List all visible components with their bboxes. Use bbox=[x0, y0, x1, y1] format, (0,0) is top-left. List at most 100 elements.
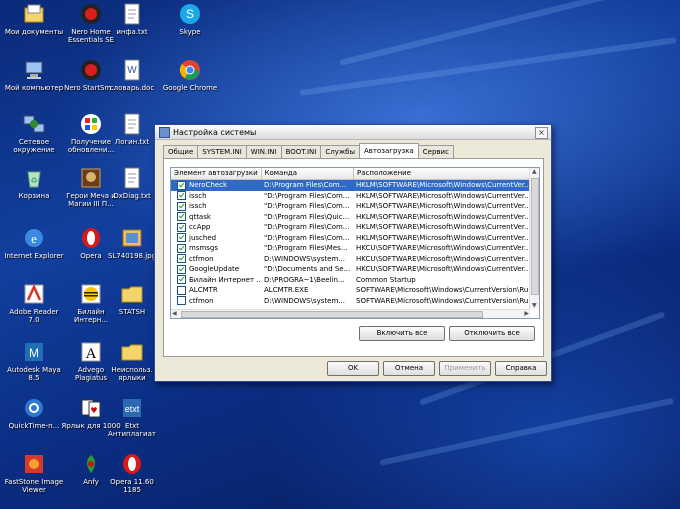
enable-all-button[interactable]: Включить все bbox=[359, 326, 445, 341]
desktop-shortcut[interactable]: Opera 11.60 1185 bbox=[102, 452, 162, 494]
cancel-button[interactable]: Отмена bbox=[383, 361, 435, 376]
table-row[interactable]: Билайн Интернет ... D:\PROGRA~1\Beelin...… bbox=[171, 275, 539, 286]
anfy-icon bbox=[79, 452, 103, 476]
desktop-shortcut[interactable]: ♻ Корзина bbox=[4, 166, 64, 200]
apply-button[interactable]: Применить bbox=[439, 361, 491, 376]
desktop-shortcut[interactable]: STATSH bbox=[102, 282, 162, 316]
desktop-shortcut[interactable]: SL740198.jpg bbox=[102, 226, 162, 260]
table-row[interactable]: ctfmon D:\WINDOWS\system... SOFTWARE\Micro… bbox=[171, 296, 539, 307]
desktop-shortcut[interactable]: Adobe Reader 7.0 bbox=[4, 282, 64, 324]
scroll-right-arrow-icon[interactable]: ▶ bbox=[524, 310, 529, 317]
startup-item-checkbox[interactable] bbox=[177, 275, 186, 285]
desktop-shortcut-label: Skype bbox=[179, 28, 201, 36]
startup-item-cell: ctfmon bbox=[171, 254, 261, 264]
startup-item-command: "D:\Program Files\Mes... bbox=[264, 244, 348, 253]
desktop-shortcut[interactable]: M Autodesk Maya 8.5 bbox=[4, 340, 64, 382]
table-row[interactable]: ALCMTR ALCMTR.EXE SOFTWARE\Microsoft\Windo… bbox=[171, 285, 539, 296]
startup-item-name: ctfmon bbox=[189, 254, 214, 263]
table-row[interactable]: issch "D:\Program Files\Com... HKLM\SOFTWA… bbox=[171, 201, 539, 212]
startup-item-command: ALCMTR.EXE bbox=[264, 286, 309, 295]
startup-item-cell: issch bbox=[171, 191, 261, 201]
desktop-shortcut-label: Etxt Антиплагиат bbox=[108, 422, 156, 438]
list-header: Элемент автозагрузки Команда Расположени… bbox=[171, 168, 539, 180]
desktop-shortcut-label: словарь.doc bbox=[109, 84, 155, 92]
startup-item-location: SOFTWARE\Microsoft\Windows\CurrentVersio… bbox=[356, 296, 531, 305]
desktop-shortcut[interactable]: FastStone Image Viewer bbox=[4, 452, 64, 494]
table-row[interactable]: issch "D:\Program Files\Com... HKLM\SOFTWA… bbox=[171, 191, 539, 202]
startup-item-checkbox[interactable] bbox=[177, 222, 186, 232]
table-row[interactable]: ccApp "D:\Program Files\Com... HKLM\SOFTWA… bbox=[171, 222, 539, 233]
horizontal-scrollbar[interactable]: ◀ ▶ bbox=[171, 309, 530, 318]
scroll-down-arrow-icon[interactable]: ▼ bbox=[532, 302, 537, 309]
table-row[interactable]: qttask "D:\Program Files\Quic... HKLM\SOFT… bbox=[171, 212, 539, 223]
tab-2[interactable]: WIN.INI bbox=[245, 145, 282, 158]
column-header-command[interactable]: Команда bbox=[262, 168, 355, 179]
desktop-shortcut[interactable]: Сетевое окружение bbox=[4, 112, 64, 154]
startup-item-checkbox[interactable] bbox=[177, 243, 186, 253]
desktop-shortcut[interactable]: DxDiag.txt bbox=[102, 166, 162, 200]
desktop-shortcut[interactable]: Неиспольз. ярлыки bbox=[102, 340, 162, 382]
desktop-shortcut[interactable]: Мои документы bbox=[4, 2, 64, 36]
tab-3[interactable]: BOOT.INI bbox=[280, 145, 322, 158]
desktop-shortcut-label: Неиспольз. ярлыки bbox=[111, 366, 153, 382]
startup-item-checkbox[interactable] bbox=[177, 201, 186, 211]
text-file-icon bbox=[120, 112, 144, 136]
startup-item-checkbox[interactable] bbox=[177, 180, 186, 190]
desktop-shortcut[interactable]: Мой компьютер bbox=[4, 58, 64, 92]
table-row[interactable]: jusched "D:\Program Files\Com... HKLM\SOFT… bbox=[171, 233, 539, 244]
startup-item-name: ctfmon bbox=[189, 296, 214, 305]
word-doc-icon: W bbox=[120, 58, 144, 82]
desktop-shortcut[interactable]: etxt Etxt Антиплагиат bbox=[102, 396, 162, 438]
startup-item-checkbox[interactable] bbox=[177, 285, 186, 295]
game-icon bbox=[79, 166, 103, 190]
table-row[interactable]: ctfmon D:\WINDOWS\system... HKCU\SOFTWARE\… bbox=[171, 254, 539, 265]
svg-text:♻: ♻ bbox=[30, 176, 37, 185]
column-header-location[interactable]: Расположение bbox=[354, 168, 539, 179]
table-row[interactable]: NeroCheck D:\Program Files\Com... HKLM\SOF… bbox=[171, 180, 539, 191]
desktop-shortcut-label: Autodesk Maya 8.5 bbox=[7, 366, 61, 382]
startup-item-command: D:\Program Files\Com... bbox=[264, 181, 347, 190]
desktop-shortcut[interactable]: инфа.txt bbox=[102, 2, 162, 36]
windows-update-icon bbox=[79, 112, 103, 136]
svg-text:etxt: etxt bbox=[125, 404, 140, 414]
desktop-shortcut-label: Мои документы bbox=[4, 28, 64, 36]
recycle-bin-icon: ♻ bbox=[22, 166, 46, 190]
scroll-left-arrow-icon[interactable]: ◀ bbox=[172, 310, 177, 317]
startup-list: Элемент автозагрузки Команда Расположени… bbox=[170, 167, 540, 319]
nero-icon bbox=[79, 2, 103, 26]
startup-item-checkbox[interactable] bbox=[177, 254, 186, 264]
dialog-titlebar[interactable]: Настройка системы × bbox=[155, 125, 551, 140]
desktop-shortcut[interactable]: Google Chrome bbox=[160, 58, 220, 92]
desktop-shortcut[interactable]: QuickTime-п... bbox=[4, 396, 64, 430]
startup-item-cell: qttask bbox=[171, 212, 261, 222]
disable-all-button[interactable]: Отключить все bbox=[449, 326, 535, 341]
desktop-shortcut[interactable]: e Internet Explorer bbox=[4, 226, 64, 260]
tab-4[interactable]: Службы bbox=[320, 145, 360, 158]
tab-0[interactable]: Общие bbox=[163, 145, 199, 158]
svg-text:A: A bbox=[86, 346, 97, 362]
tab-5[interactable]: Автозагрузка bbox=[358, 143, 419, 158]
scroll-thumb[interactable] bbox=[531, 178, 539, 295]
startup-item-checkbox[interactable] bbox=[177, 296, 186, 306]
vertical-scrollbar[interactable]: ▲ ▼ bbox=[529, 168, 539, 309]
ok-button[interactable]: OK bbox=[327, 361, 379, 376]
table-row[interactable]: GoogleUpdate "D:\Documents and Se... HKCU\… bbox=[171, 264, 539, 275]
startup-item-checkbox[interactable] bbox=[177, 191, 186, 201]
table-row[interactable]: msmsgs "D:\Program Files\Mes... HKCU\SOFTW… bbox=[171, 243, 539, 254]
scroll-thumb-horizontal[interactable] bbox=[181, 311, 483, 318]
desktop-shortcut[interactable]: S Skype bbox=[160, 2, 220, 36]
tab-1[interactable]: SYSTEM.INI bbox=[197, 145, 247, 158]
column-header-item[interactable]: Элемент автозагрузки bbox=[171, 168, 262, 179]
startup-item-location: HKLM\SOFTWARE\Microsoft\Windows\CurrentV… bbox=[356, 223, 531, 232]
startup-item-checkbox[interactable] bbox=[177, 264, 186, 274]
help-button[interactable]: Справка bbox=[495, 361, 547, 376]
desktop-shortcut[interactable]: Логин.txt bbox=[102, 112, 162, 146]
startup-item-checkbox[interactable] bbox=[177, 233, 186, 243]
app-icon bbox=[159, 126, 170, 138]
desktop-shortcut-label: STATSH bbox=[118, 308, 146, 316]
scroll-up-arrow-icon[interactable]: ▲ bbox=[532, 168, 537, 175]
startup-item-checkbox[interactable] bbox=[177, 212, 186, 222]
tab-6[interactable]: Сервис bbox=[417, 145, 454, 158]
desktop-shortcut[interactable]: Wсловарь.doc bbox=[102, 58, 162, 92]
close-button[interactable]: × bbox=[535, 127, 548, 139]
